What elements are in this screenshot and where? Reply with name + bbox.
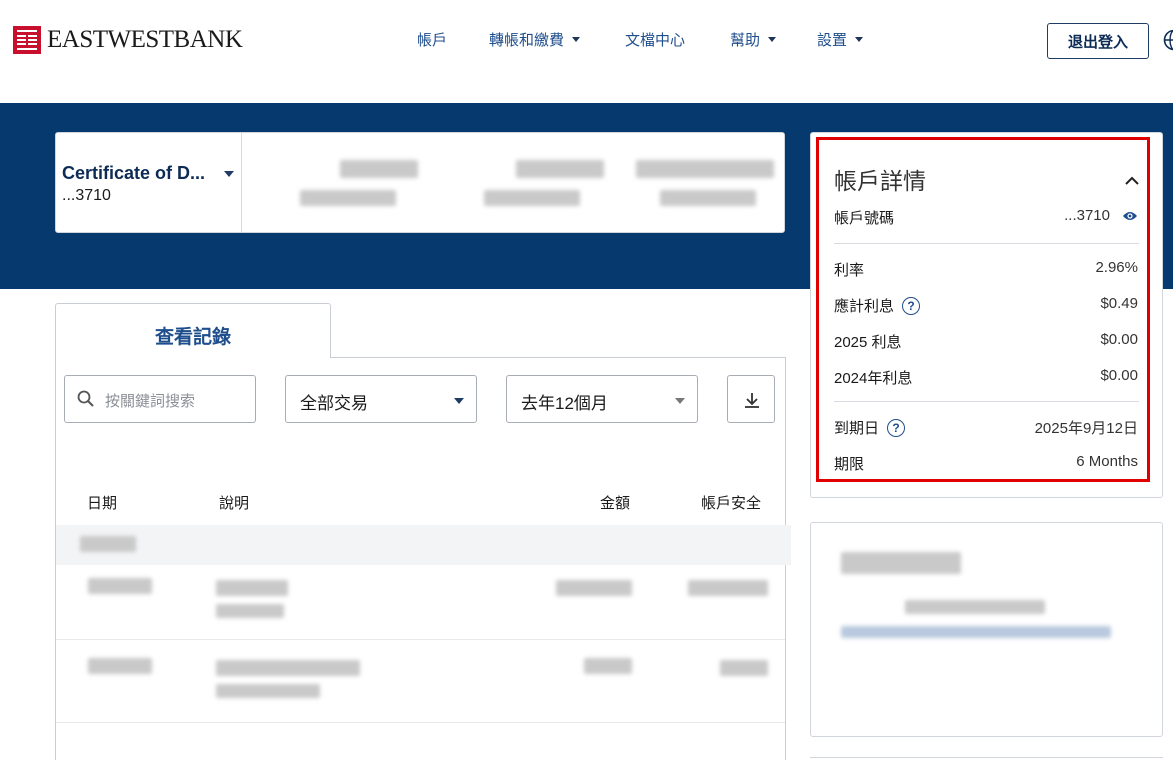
date-range-select[interactable]: 去年12個月: [506, 375, 698, 423]
column-header-description[interactable]: 說明: [219, 492, 249, 513]
detail-divider: [834, 401, 1139, 402]
interest-rate-label: 利率: [834, 262, 865, 279]
search-icon: [77, 390, 94, 407]
tab-view-records-label: 查看記錄: [154, 327, 231, 348]
account-number-row: ...3710: [1064, 207, 1138, 224]
redacted-description: [216, 604, 284, 618]
nav-help[interactable]: 幫助: [730, 29, 777, 50]
download-button[interactable]: [727, 375, 775, 423]
nav-accounts-label: 帳戶: [417, 32, 448, 49]
redacted-description: [216, 660, 360, 676]
chevron-down-icon: [855, 37, 864, 42]
interest-2025-value: $0.00: [1100, 331, 1138, 348]
chevron-down-icon: [572, 37, 581, 42]
tab-view-records[interactable]: 查看記錄: [55, 303, 331, 358]
accrued-interest-row: 應計利息 ?: [834, 295, 921, 316]
bank-logo-text: EASTWESTBANK: [47, 26, 243, 53]
account-summary-card: Certificate of D... ...3710: [55, 132, 785, 233]
accrued-interest-label: 應計利息: [834, 298, 895, 315]
logout-button[interactable]: 退出登入: [1047, 23, 1149, 59]
bank-logo[interactable]: EASTWESTBANK: [13, 26, 243, 54]
interest-rate-value: 2.96%: [1095, 259, 1138, 276]
account-number-value: ...3710: [1064, 207, 1110, 224]
redacted-date: [88, 658, 152, 674]
account-number-label: 帳戶號碼: [834, 210, 895, 227]
top-header: EASTWESTBANK 帳戶 轉帳和繳費 文檔中心 幫助 設置 退出登入: [0, 0, 1173, 103]
redacted-field-value: [660, 190, 756, 206]
account-name: Certificate of D...: [62, 163, 206, 183]
accrued-interest-value: $0.49: [1100, 295, 1138, 312]
nav-transfers-label: 轉帳和繳費: [489, 32, 565, 49]
interest-2024-label: 2024年利息: [834, 370, 913, 387]
maturity-date-label: 到期日: [834, 420, 880, 437]
help-icon[interactable]: ?: [887, 418, 906, 437]
chevron-up-icon[interactable]: [1124, 174, 1140, 186]
search-input[interactable]: 按關鍵詞搜索: [64, 375, 256, 423]
maturity-date-row: 到期日 ?: [834, 417, 906, 438]
contact-card: [810, 522, 1163, 737]
redacted-amount: [584, 658, 632, 674]
redacted-card-link[interactable]: [841, 626, 1111, 638]
redacted-card-title: [841, 552, 961, 574]
row-divider: [56, 639, 785, 640]
account-details-title: 帳戶詳情: [834, 168, 926, 194]
bank-logo-mark-icon: [13, 26, 41, 54]
interest-2024-value: $0.00: [1100, 367, 1138, 384]
redacted-security: [720, 660, 768, 676]
transaction-type-value: 全部交易: [300, 394, 368, 413]
date-range-value: 去年12個月: [521, 394, 608, 413]
nav-help-label: 幫助: [730, 32, 761, 49]
nav-accounts[interactable]: 帳戶: [417, 29, 447, 50]
column-header-date[interactable]: 日期: [87, 492, 117, 513]
nav-settings-label: 設置: [817, 32, 848, 49]
chevron-down-icon: [675, 398, 685, 404]
redacted-field-label: [636, 160, 774, 178]
account-selector[interactable]: Certificate of D... ...3710: [56, 133, 242, 232]
redacted-field-value: [484, 190, 580, 206]
row-divider: [56, 722, 785, 723]
redacted-description: [216, 684, 320, 698]
interest-2025-label: 2025 利息: [834, 334, 902, 351]
nav-settings[interactable]: 設置: [817, 29, 864, 50]
help-icon[interactable]: ?: [902, 296, 921, 315]
download-icon: [745, 393, 759, 408]
search-placeholder: 按關鍵詞搜索: [105, 393, 196, 410]
redacted-date: [88, 578, 152, 594]
redacted-security: [688, 580, 768, 596]
detail-divider: [834, 243, 1139, 244]
redacted-card-text: [905, 600, 1045, 614]
column-header-account-security[interactable]: 帳戶安全: [701, 492, 761, 513]
redacted-amount: [556, 580, 632, 596]
chevron-down-icon: [224, 171, 234, 177]
nav-documents[interactable]: 文檔中心: [625, 29, 685, 50]
nav-documents-label: 文檔中心: [625, 32, 686, 49]
eye-icon[interactable]: [1122, 210, 1138, 222]
nav-transfers[interactable]: 轉帳和繳費: [489, 29, 581, 50]
maturity-date-value: 2025年9月12日: [1034, 420, 1138, 437]
table-group-header: [56, 525, 791, 565]
redacted-balance-label: [340, 160, 418, 178]
account-number: ...3710: [62, 187, 111, 204]
chevron-down-icon: [768, 37, 777, 42]
redacted-balance-value: [300, 190, 396, 206]
chevron-down-icon: [454, 398, 464, 404]
term-value: 6 Months: [1076, 453, 1138, 470]
column-header-amount[interactable]: 金額: [600, 492, 630, 513]
redacted-group-date: [80, 536, 136, 552]
term-label: 期限: [834, 456, 865, 473]
redacted-description: [216, 580, 288, 596]
transaction-type-select[interactable]: 全部交易: [285, 375, 477, 423]
redacted-field-label: [516, 160, 604, 178]
globe-icon[interactable]: [1163, 29, 1173, 51]
